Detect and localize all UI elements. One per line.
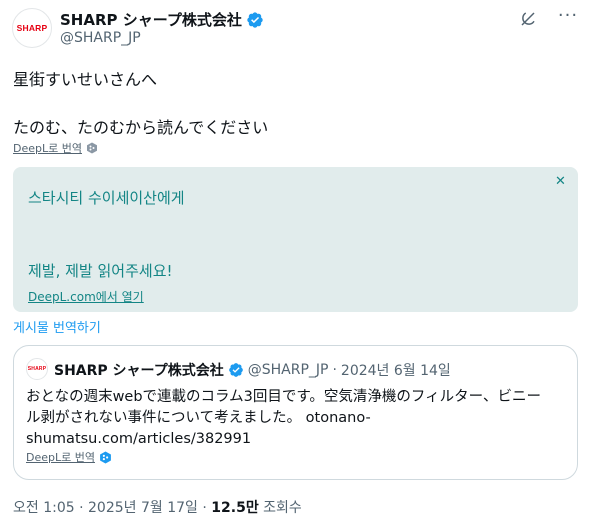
deepl-translate-label: DeepL로 번역: [26, 451, 95, 464]
quote-avatar: SHARP: [26, 358, 48, 380]
deepl-translate-toggle[interactable]: DeepL로 번역: [13, 140, 98, 156]
views-count: 12.5만: [211, 500, 259, 516]
tweet-meta: 오전 1:05 · 2025년 7월 17일 · 12.5만 조회수: [13, 497, 302, 517]
sharp-logo: SHARP: [27, 366, 47, 372]
open-in-deepl-link[interactable]: DeepL.com에서 열기: [28, 288, 144, 305]
quote-handle: @SHARP_JP: [247, 362, 329, 378]
avatar[interactable]: SHARP: [12, 8, 52, 48]
translate-post-link[interactable]: 게시물 번역하기: [13, 317, 101, 336]
author-display-name[interactable]: SHARP シャープ株式会社: [60, 9, 242, 30]
quote-text-line: おとなの週末webで連載のコラム3回目です。空気清浄機のフィルター、ビニー: [26, 389, 541, 405]
tweet-detail: SHARP SHARP シャープ株式会社 @SHARP_JP ··· 星街すいせ…: [0, 0, 594, 517]
quote-header: SHARP シャープ株式会社 @SHARP_JP · 2024년 6월 14일: [54, 360, 451, 380]
tweet-time[interactable]: 오전 1:05: [13, 500, 75, 516]
quoted-tweet-card[interactable]: SHARP SHARP シャープ株式会社 @SHARP_JP · 2024년 6…: [13, 345, 578, 480]
more-options-icon[interactable]: ···: [555, 7, 581, 29]
quote-text-line: shumatsu.com/articles/382991: [26, 431, 252, 447]
verified-badge-icon: [247, 11, 263, 28]
quote-text: おとなの週末webで連載のコラム3回目です。空気清浄機のフィルター、ビニー ル剥…: [26, 387, 566, 450]
deepl-icon: [86, 142, 97, 154]
quote-deepl-translate-toggle[interactable]: DeepL로 번역: [26, 449, 112, 465]
sharp-logo: SHARP: [16, 23, 48, 33]
deepl-icon: [100, 451, 111, 463]
tweet-text-line: 星街すいせいさんへ: [13, 70, 158, 89]
tweet-text-line: たのむ、たのむから読んでください: [13, 118, 269, 137]
translation-line: 스타시티 수이세이산에게: [28, 189, 185, 207]
grok-icon[interactable]: [519, 10, 537, 28]
verified-badge-icon: [228, 363, 243, 377]
quote-date: 2024년 6월 14일: [340, 363, 451, 379]
translation-line: 제발, 제발 읽어주세요!: [28, 262, 173, 280]
separator: ·: [202, 500, 207, 516]
quote-author-name: SHARP シャープ株式会社: [54, 363, 224, 379]
separator: ·: [332, 362, 337, 378]
deepl-translation-panel: 스타시티 수이세이산에게 제발, 제발 읽어주세요! DeepL.com에서 열…: [13, 167, 578, 312]
tweet-date[interactable]: 2025년 7월 17일: [88, 500, 198, 516]
deepl-translate-label: DeepL로 번역: [13, 142, 82, 155]
close-icon[interactable]: ✕: [555, 174, 566, 189]
separator: ·: [79, 500, 84, 516]
quote-text-line: ル剥がされない事件について考えました。 otonano-: [26, 410, 371, 426]
views-label: 조회수: [263, 500, 302, 516]
author-handle[interactable]: @SHARP_JP: [60, 30, 141, 46]
author-name-row: SHARP シャープ株式会社: [60, 9, 264, 30]
